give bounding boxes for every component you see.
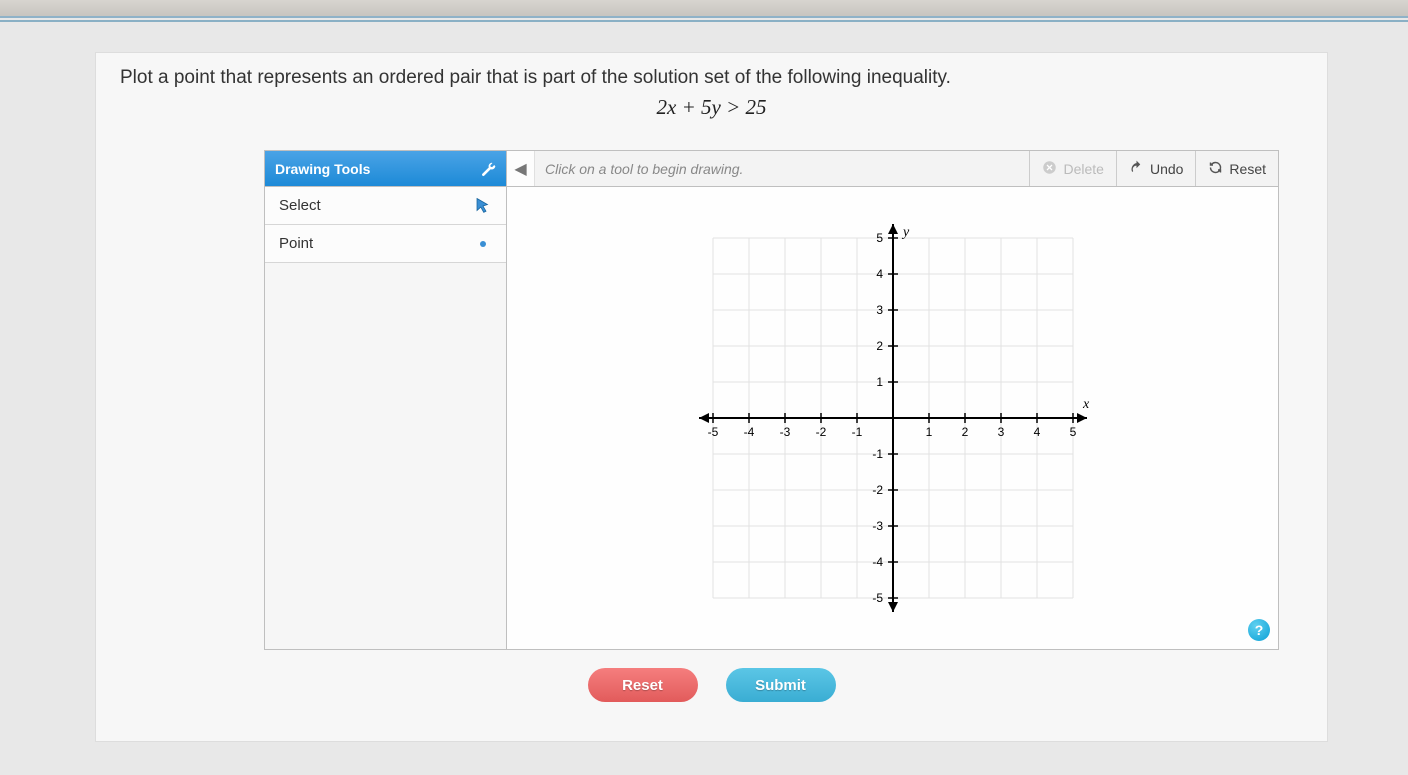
- svg-text:y: y: [901, 225, 910, 240]
- svg-text:-1: -1: [851, 425, 862, 439]
- svg-text:-4: -4: [743, 425, 754, 439]
- cursor-icon: [474, 197, 492, 215]
- footer-submit-button[interactable]: Submit: [726, 668, 836, 702]
- delete-button[interactable]: Delete: [1029, 151, 1115, 186]
- svg-text:-3: -3: [872, 519, 883, 533]
- svg-text:4: 4: [876, 267, 883, 281]
- widget-body: Select Point -5 -4 -3 -2 -1 1 2 3 4 5 -5 -4 -3 -2 -1 1 2…: [265, 187, 1278, 649]
- tool-select-label: Select: [279, 197, 321, 214]
- svg-text:5: 5: [876, 231, 883, 245]
- collapse-panel-icon[interactable]: ◀: [507, 151, 535, 186]
- undo-button[interactable]: Undo: [1116, 151, 1195, 186]
- inequality-equation: 2x + 5y > 25: [96, 95, 1327, 134]
- svg-text:1: 1: [925, 425, 932, 439]
- wrench-icon: [480, 161, 496, 177]
- svg-text:5: 5: [1069, 425, 1076, 439]
- reset-button[interactable]: Reset: [1195, 151, 1278, 186]
- coordinate-plane[interactable]: -5-4-3-2-112345-5-4-3-2-112345xy: [678, 203, 1108, 633]
- question-card: Plot a point that represents an ordered …: [95, 52, 1328, 742]
- svg-text:1: 1: [876, 375, 883, 389]
- delete-label: Delete: [1063, 161, 1103, 177]
- toolbar-hint: Click on a tool to begin drawing.: [535, 151, 1029, 186]
- svg-text:3: 3: [876, 303, 883, 317]
- svg-text:-2: -2: [872, 483, 883, 497]
- svg-text:4: 4: [1033, 425, 1040, 439]
- window-top-bar: [0, 0, 1408, 18]
- svg-text:-1: -1: [872, 447, 883, 461]
- drawing-widget: Drawing Tools ◀ Click on a tool to begin…: [264, 150, 1279, 650]
- reset-icon: [1208, 160, 1223, 178]
- tool-point-label: Point: [279, 235, 313, 252]
- graph-canvas[interactable]: -5-4-3-2-112345-5-4-3-2-112345xy ?: [507, 187, 1278, 649]
- footer-buttons: Reset Submit: [96, 668, 1327, 702]
- svg-text:-5: -5: [707, 425, 718, 439]
- svg-text:3: 3: [997, 425, 1004, 439]
- tools-header[interactable]: Drawing Tools: [265, 151, 507, 186]
- widget-toolbar: Drawing Tools ◀ Click on a tool to begin…: [265, 151, 1278, 187]
- tool-point[interactable]: Point: [265, 225, 506, 263]
- svg-text:-2: -2: [815, 425, 826, 439]
- svg-text:-5: -5: [872, 591, 883, 605]
- svg-text:x: x: [1082, 397, 1090, 412]
- undo-icon: [1129, 160, 1144, 178]
- svg-text:-3: -3: [779, 425, 790, 439]
- svg-text:-4: -4: [872, 555, 883, 569]
- point-icon: [474, 235, 492, 253]
- question-prompt: Plot a point that represents an ordered …: [96, 53, 1327, 95]
- tool-select[interactable]: Select: [265, 187, 506, 225]
- tools-header-label: Drawing Tools: [275, 161, 370, 177]
- help-button[interactable]: ?: [1248, 619, 1270, 641]
- reset-label: Reset: [1229, 161, 1266, 177]
- svg-text:2: 2: [876, 339, 883, 353]
- undo-label: Undo: [1150, 161, 1183, 177]
- delete-icon: [1042, 160, 1057, 178]
- divider: [0, 20, 1408, 22]
- footer-reset-button[interactable]: Reset: [588, 668, 698, 702]
- svg-text:2: 2: [961, 425, 968, 439]
- tool-list: Select Point: [265, 187, 507, 649]
